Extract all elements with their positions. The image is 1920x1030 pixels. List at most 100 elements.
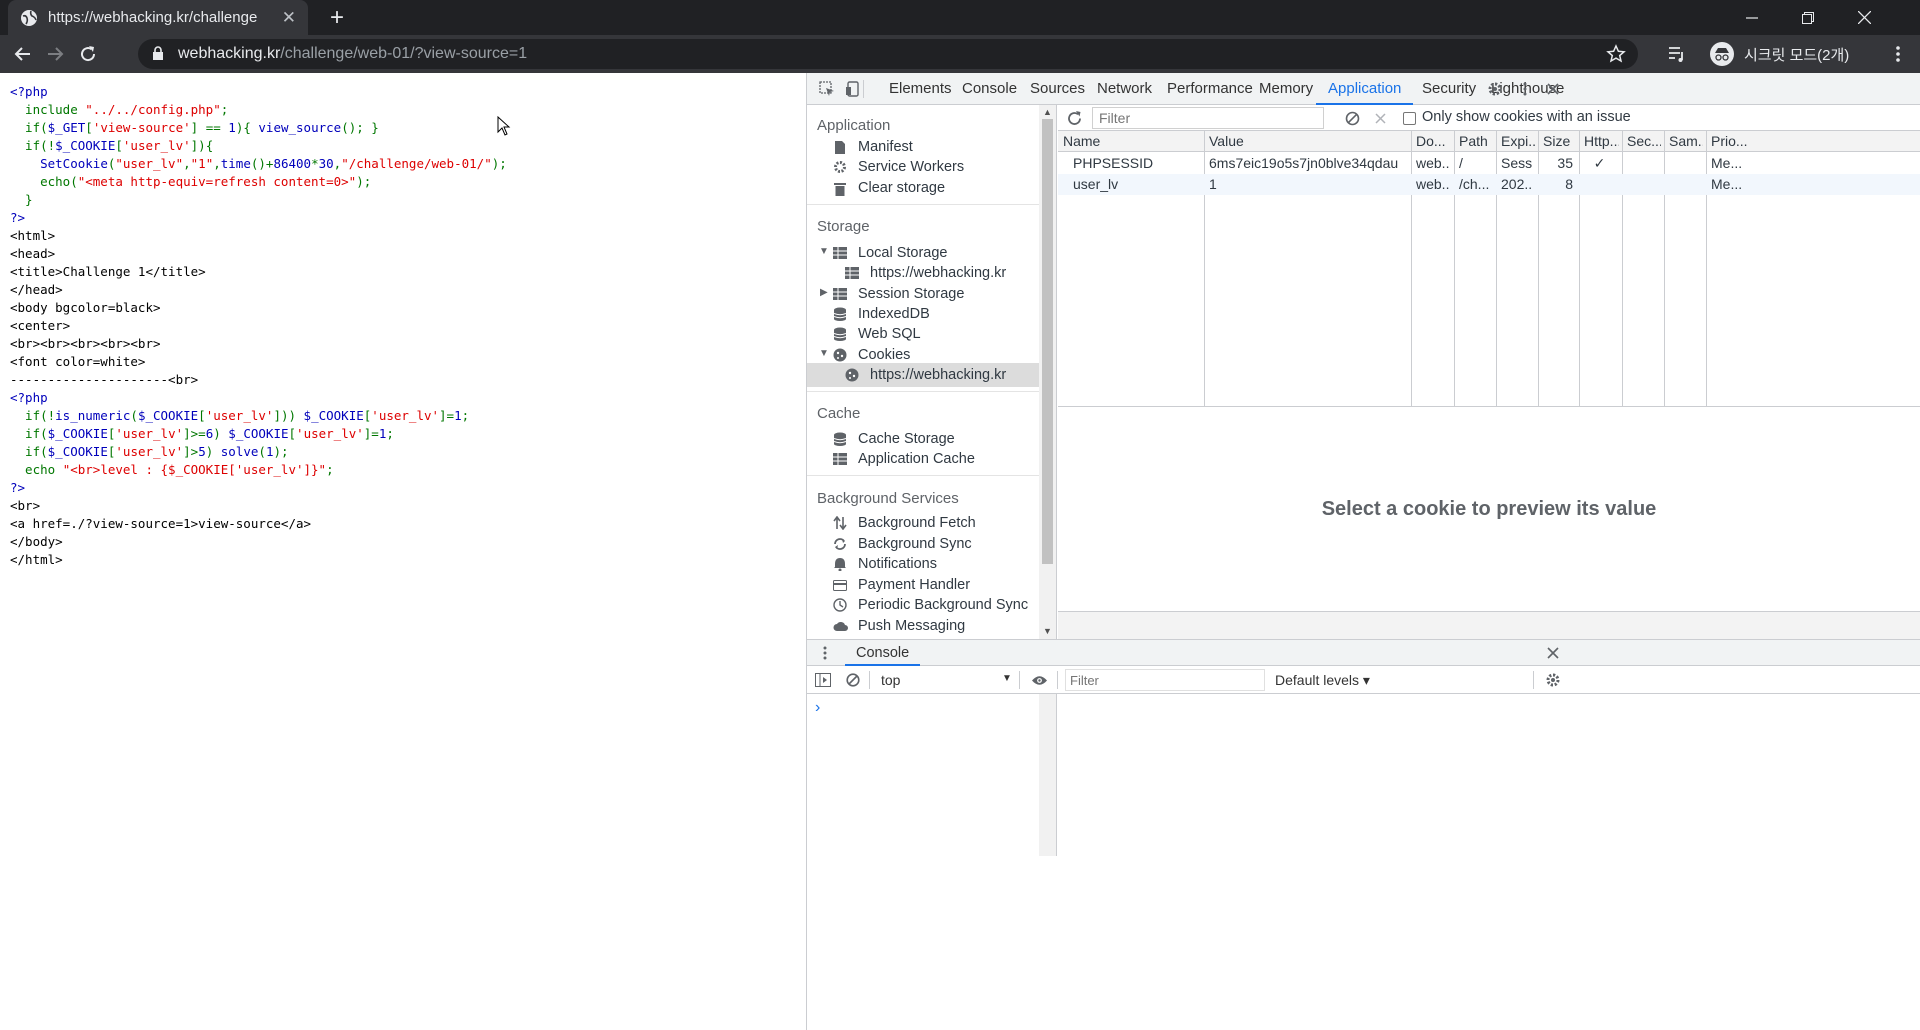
device-toolbar-icon[interactable] bbox=[843, 79, 863, 99]
column-header-priority[interactable]: Prio... bbox=[1711, 133, 1755, 149]
expand-right-icon[interactable]: ▶ bbox=[820, 287, 828, 298]
cell-domain: web... bbox=[1416, 176, 1449, 192]
php-source-code: <?php include "../../config.php"; if($_G… bbox=[10, 83, 507, 569]
sidebar-item-application-cache[interactable]: Application Cache bbox=[831, 447, 975, 471]
tab-sources[interactable]: Sources bbox=[1030, 73, 1085, 105]
source-line: <br> bbox=[10, 498, 41, 513]
minimize-icon[interactable] bbox=[1724, 0, 1780, 35]
tab-console[interactable]: Console bbox=[962, 73, 1017, 105]
column-header-expires[interactable]: Expi... bbox=[1501, 133, 1535, 149]
sidebar-header-background-services: Background Services bbox=[817, 490, 959, 507]
drawer-menu-icon[interactable] bbox=[815, 643, 835, 663]
clear-console-icon[interactable] bbox=[843, 670, 863, 690]
restore-icon[interactable] bbox=[1780, 0, 1836, 35]
cell-http: ✓ bbox=[1593, 155, 1606, 171]
column-header-http[interactable]: Http... bbox=[1584, 133, 1619, 149]
reload-icon[interactable] bbox=[73, 39, 103, 69]
tab-elements[interactable]: Elements bbox=[889, 73, 952, 105]
console-sidebar-icon[interactable] bbox=[813, 670, 833, 690]
column-header-size[interactable]: Size bbox=[1543, 133, 1576, 149]
clear-all-icon[interactable] bbox=[1342, 108, 1362, 128]
source-line: if(!is_numeric($_COOKIE['user_lv'])) $_C… bbox=[10, 408, 470, 423]
inspect-element-icon[interactable] bbox=[817, 79, 837, 99]
drawer-tab-console[interactable]: Console bbox=[845, 640, 921, 666]
sidebar-item-clear-storage[interactable]: Clear storage bbox=[831, 176, 945, 200]
source-line: include "../../config.php"; bbox=[10, 102, 229, 117]
cell-value: 1 bbox=[1209, 176, 1217, 192]
expand-down-icon[interactable]: ▼ bbox=[819, 348, 829, 359]
table-grid-icon bbox=[831, 450, 849, 468]
devtools-close-icon[interactable] bbox=[1543, 79, 1563, 99]
column-header-samesite[interactable]: Sam... bbox=[1669, 133, 1703, 149]
tab-security[interactable]: Security bbox=[1422, 73, 1476, 105]
devtools-menu-icon[interactable] bbox=[1515, 79, 1535, 99]
database-icon bbox=[831, 305, 849, 323]
browser-toolbar: webhacking.kr/challenge/web-01/?view-sou… bbox=[0, 35, 1920, 73]
source-line: if($_GET['view-source'] == 1){ view_sour… bbox=[10, 120, 379, 135]
delete-selected-icon[interactable] bbox=[1370, 108, 1390, 128]
column-header-domain[interactable]: Do... bbox=[1416, 133, 1451, 149]
cookie-row[interactable]: PHPSESSID 6ms7eic19o5s7jn0blve34qdau web..… bbox=[1058, 153, 1920, 174]
column-header-path[interactable]: Path bbox=[1459, 133, 1493, 149]
back-icon[interactable] bbox=[8, 39, 38, 69]
media-queue-icon[interactable] bbox=[1662, 39, 1692, 69]
drawer-tabbar: Console bbox=[807, 639, 1920, 666]
tab-close-icon[interactable]: ✕ bbox=[282, 8, 296, 28]
source-line: if(!$_COOKIE['user_lv']){ bbox=[10, 138, 214, 153]
drawer-close-icon[interactable] bbox=[1543, 643, 1563, 663]
settings-gear-icon[interactable] bbox=[1485, 79, 1505, 99]
log-levels-dropdown[interactable]: Default levels ▾ bbox=[1275, 672, 1370, 689]
source-line: <html> bbox=[10, 228, 56, 243]
column-header-value[interactable]: Value bbox=[1209, 133, 1408, 149]
forward-icon[interactable] bbox=[40, 39, 70, 69]
expand-down-icon[interactable]: ▼ bbox=[819, 246, 829, 257]
cell-name: PHPSESSID bbox=[1073, 155, 1154, 171]
cell-priority: Me... bbox=[1711, 155, 1743, 171]
incognito-profile-button[interactable]: 시크릿 모드(2개) bbox=[1710, 40, 1849, 68]
browser-tab[interactable]: https://webhacking.kr/challenge ✕ bbox=[8, 0, 308, 35]
chevron-down-icon[interactable]: ▼ bbox=[1002, 673, 1012, 684]
tab-application[interactable]: Application bbox=[1315, 73, 1414, 105]
cell-value: 6ms7eic19o5s7jn0blve34qdau bbox=[1209, 155, 1399, 171]
scroll-down-icon[interactable]: ▼ bbox=[1043, 626, 1052, 636]
cookie-row[interactable]: user_lv 1 web... /ch... 202... 8 Me... bbox=[1058, 174, 1920, 195]
scrollbar-thumb[interactable] bbox=[1042, 119, 1053, 564]
new-tab-button[interactable]: + bbox=[322, 4, 352, 32]
column-header-secure[interactable]: Sec... bbox=[1627, 133, 1661, 149]
application-sidebar: Application Manifest Service Workers Cle… bbox=[807, 105, 1057, 856]
cookie-toolbar: Only show cookies with an issue bbox=[1058, 105, 1920, 131]
source-line: <br><br><br><br><br> bbox=[10, 336, 161, 351]
sidebar-item-cookies-origin[interactable]: https://webhacking.kr bbox=[807, 363, 1039, 387]
address-bar[interactable]: webhacking.kr/challenge/web-01/?view-sou… bbox=[138, 39, 1638, 69]
cookie-filter-input[interactable] bbox=[1092, 107, 1324, 129]
only-issues-checkbox[interactable] bbox=[1403, 112, 1416, 125]
cell-domain: web... bbox=[1416, 155, 1449, 171]
window-close-icon[interactable] bbox=[1836, 0, 1892, 35]
refresh-icon[interactable] bbox=[1064, 108, 1084, 128]
tab-memory[interactable]: Memory bbox=[1259, 73, 1313, 105]
divider bbox=[1533, 671, 1534, 689]
browser-menu-icon[interactable] bbox=[1883, 39, 1913, 69]
source-line: <font color=white> bbox=[10, 354, 146, 369]
source-line: <title>Challenge 1</title> bbox=[10, 264, 206, 279]
tab-performance[interactable]: Performance bbox=[1167, 73, 1253, 105]
tab-title: https://webhacking.kr/challenge bbox=[48, 9, 258, 26]
sync-icon bbox=[831, 535, 849, 553]
scroll-up-icon[interactable]: ▲ bbox=[1043, 107, 1052, 117]
manifest-icon bbox=[831, 138, 849, 156]
sidebar-scrollbar[interactable]: ▲ ▼ bbox=[1039, 105, 1056, 856]
source-line: </head> bbox=[10, 282, 63, 297]
live-expression-eye-icon[interactable] bbox=[1029, 670, 1049, 690]
context-selector[interactable]: top bbox=[881, 672, 900, 688]
sidebar-item-push-messaging[interactable]: Push Messaging bbox=[831, 614, 965, 638]
cell-size: 8 bbox=[1565, 176, 1573, 192]
bookmark-star-icon[interactable] bbox=[1606, 44, 1626, 64]
cookie-icon bbox=[843, 366, 861, 384]
column-header-name[interactable]: Name bbox=[1063, 133, 1201, 149]
mouse-cursor-icon bbox=[497, 116, 511, 136]
globe-icon bbox=[21, 9, 37, 26]
console-settings-gear-icon[interactable] bbox=[1543, 670, 1563, 690]
tab-network[interactable]: Network bbox=[1097, 73, 1152, 105]
console-filter-input[interactable] bbox=[1065, 669, 1265, 691]
console-prompt[interactable]: › bbox=[815, 699, 820, 717]
